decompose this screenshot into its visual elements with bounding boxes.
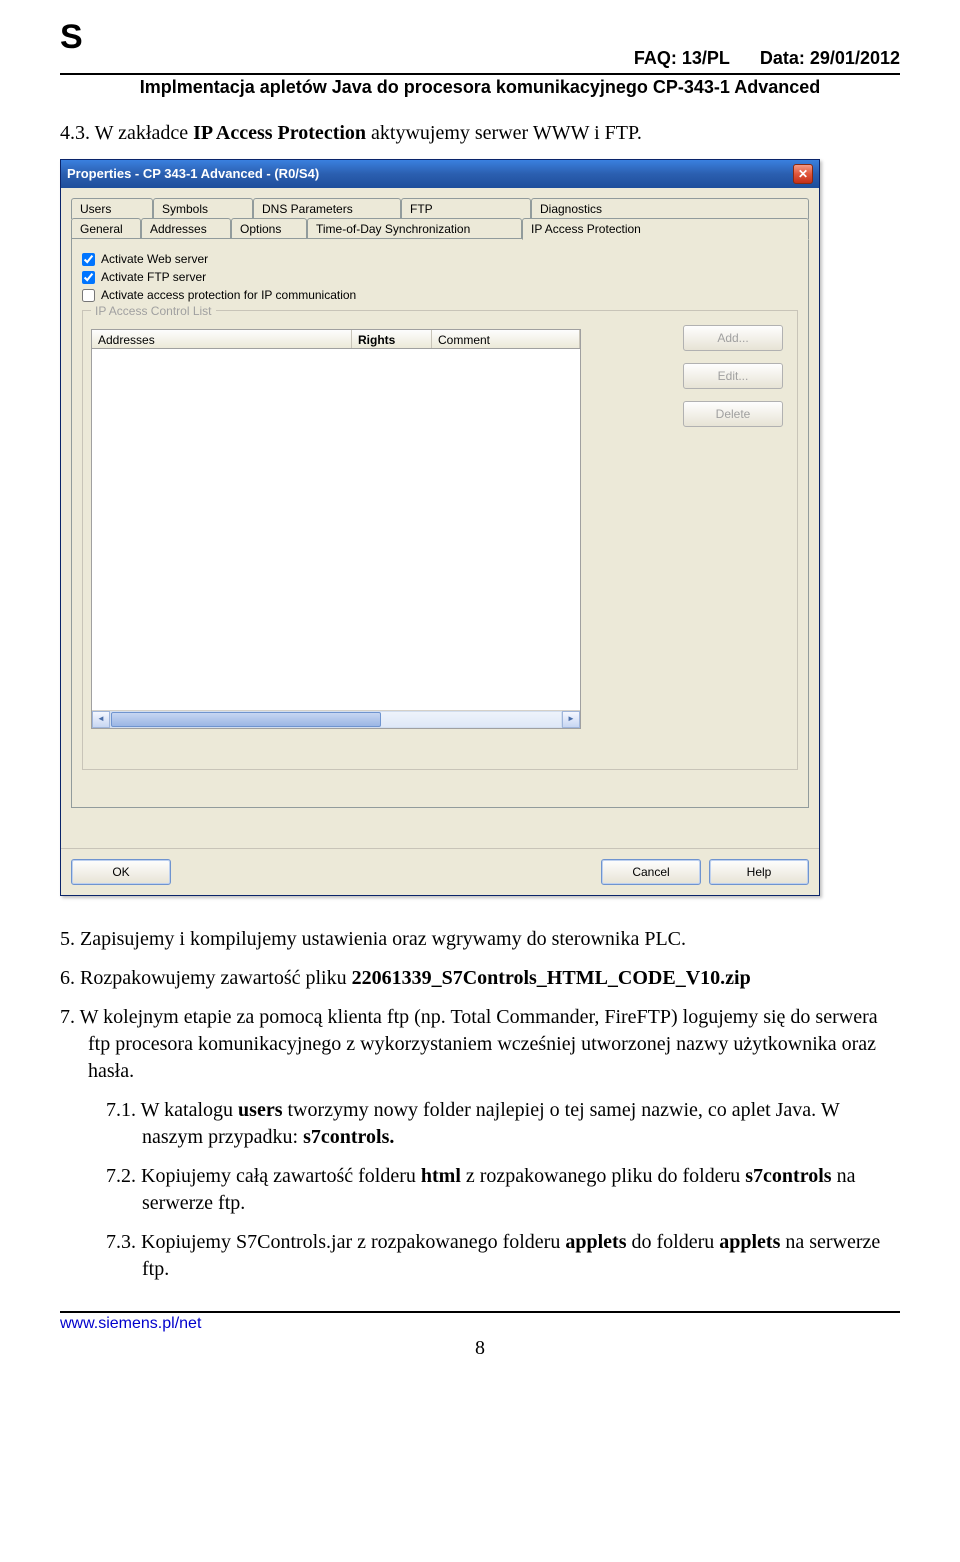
tab-symbols[interactable]: Symbols bbox=[153, 198, 253, 219]
col-addresses[interactable]: Addresses bbox=[92, 330, 352, 348]
tab-ip-access-protection[interactable]: IP Access Protection bbox=[522, 218, 809, 240]
scroll-left-icon[interactable]: ◄ bbox=[92, 711, 110, 728]
help-button[interactable]: Help bbox=[709, 859, 809, 885]
scroll-thumb[interactable] bbox=[111, 712, 381, 727]
para-7-1: 7.1. W katalogu users tworzymy nowy fold… bbox=[60, 1097, 900, 1151]
faq-label: FAQ: 13/PL bbox=[634, 48, 730, 69]
horizontal-scrollbar[interactable]: ◄ ► bbox=[92, 710, 580, 728]
tab-ftp[interactable]: FTP bbox=[401, 198, 531, 219]
ip-access-control-list-group: IP Access Control List Addresses Rights … bbox=[82, 310, 798, 770]
para-4-3: 4.3. W zakładce IP Access Protection akt… bbox=[60, 120, 900, 147]
para-7: 7. W kolejnym etapie za pomocą klienta f… bbox=[60, 1004, 900, 1085]
scroll-track[interactable] bbox=[110, 711, 562, 728]
col-rights[interactable]: Rights bbox=[352, 330, 432, 348]
access-list-header: Addresses Rights Comment bbox=[91, 329, 581, 349]
tab-dns-parameters[interactable]: DNS Parameters bbox=[253, 198, 401, 219]
scroll-right-icon[interactable]: ► bbox=[562, 711, 580, 728]
cancel-button[interactable]: Cancel bbox=[601, 859, 701, 885]
checkbox-web-label: Activate Web server bbox=[101, 251, 208, 267]
activate-ip-protection-checkbox[interactable]: Activate access protection for IP commun… bbox=[82, 287, 798, 303]
dialog-titlebar[interactable]: Properties - CP 343-1 Advanced - (R0/S4)… bbox=[61, 160, 819, 188]
col-comment[interactable]: Comment bbox=[432, 330, 580, 348]
para-5: 5. Zapisujemy i kompilujemy ustawienia o… bbox=[60, 926, 900, 953]
access-list[interactable]: ◄ ► bbox=[91, 349, 581, 729]
checkbox-ipprotect-label: Activate access protection for IP commun… bbox=[101, 287, 356, 303]
para-7-2: 7.2. Kopiujemy całą zawartość folderu ht… bbox=[60, 1163, 900, 1217]
checkbox-ftp[interactable] bbox=[82, 271, 95, 284]
dialog-title: Properties - CP 343-1 Advanced - (R0/S4) bbox=[67, 165, 793, 183]
group-label: IP Access Control List bbox=[91, 303, 216, 319]
checkbox-ipprotect[interactable] bbox=[82, 289, 95, 302]
checkbox-ftp-label: Activate FTP server bbox=[101, 269, 206, 285]
close-icon[interactable]: ✕ bbox=[793, 164, 813, 184]
para-6: 6. Rozpakowujemy zawartość pliku 2206133… bbox=[60, 965, 900, 992]
delete-button[interactable]: Delete bbox=[683, 401, 783, 427]
footer-link[interactable]: www.siemens.pl/net bbox=[60, 1315, 900, 1333]
edit-button[interactable]: Edit... bbox=[683, 363, 783, 389]
tab-diagnostics[interactable]: Diagnostics bbox=[531, 198, 809, 219]
ok-button[interactable]: OK bbox=[71, 859, 171, 885]
doc-subtitle: Implmentacja apletów Java do procesora k… bbox=[60, 77, 900, 98]
activate-web-server-checkbox[interactable]: Activate Web server bbox=[82, 251, 798, 267]
properties-dialog: Properties - CP 343-1 Advanced - (R0/S4)… bbox=[60, 159, 820, 896]
tab-users[interactable]: Users bbox=[71, 198, 153, 219]
tab-panel: Activate Web server Activate FTP server … bbox=[71, 238, 809, 808]
date-label: Data: 29/01/2012 bbox=[760, 48, 900, 69]
add-button[interactable]: Add... bbox=[683, 325, 783, 351]
para-7-3: 7.3. Kopiujemy S7Controls.jar z rozpakow… bbox=[60, 1229, 900, 1283]
activate-ftp-server-checkbox[interactable]: Activate FTP server bbox=[82, 269, 798, 285]
divider bbox=[60, 73, 900, 75]
checkbox-web[interactable] bbox=[82, 253, 95, 266]
page-number: 8 bbox=[60, 1337, 900, 1360]
